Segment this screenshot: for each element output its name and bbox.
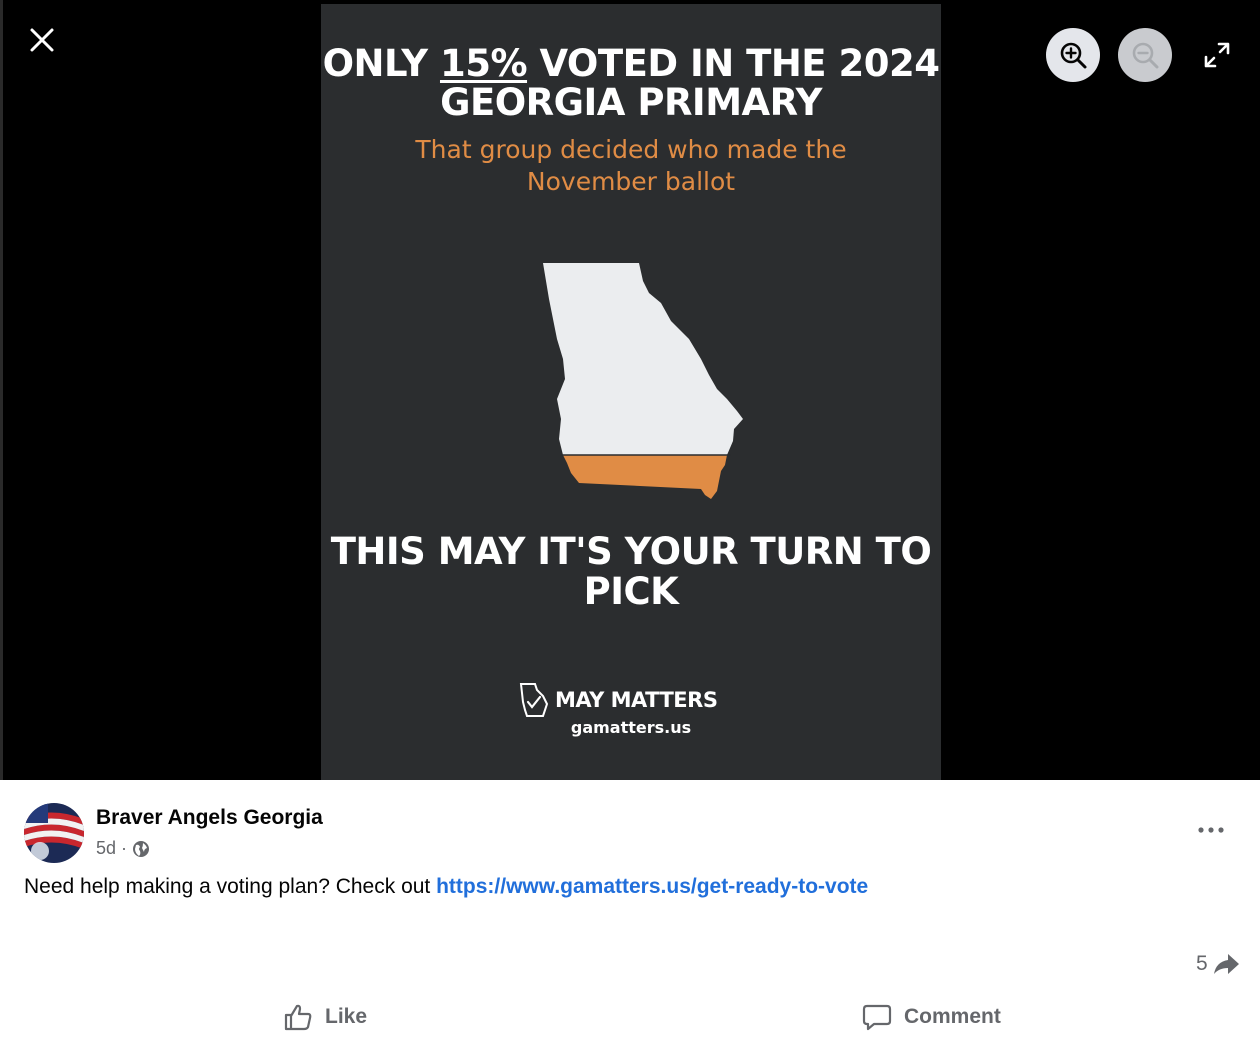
photo-viewer: ONLY 15% VOTED IN THE 2024 GEORGIA PRIMA… <box>0 0 1260 780</box>
georgia-map-icon <box>543 263 743 499</box>
avatar[interactable] <box>24 803 84 863</box>
poster-headline: ONLY 15% VOTED IN THE 2024 GEORGIA PRIMA… <box>321 44 941 122</box>
post-timestamp[interactable]: 5d <box>96 838 116 859</box>
share-count-value: 5 <box>1196 952 1208 975</box>
fullscreen-button[interactable] <box>1200 38 1234 72</box>
headline-prefix: ONLY <box>322 42 429 85</box>
thumbs-up-icon <box>284 1004 312 1031</box>
poster-subhead: That group decided who made the November… <box>415 135 847 196</box>
flag-avatar-image <box>24 803 84 863</box>
post-body: Need help making a voting plan? Check ou… <box>24 875 868 899</box>
close-icon <box>30 28 54 52</box>
zoom-out-icon <box>1132 42 1159 69</box>
zoom-in-button[interactable] <box>1046 28 1100 82</box>
comment-bubble-icon <box>862 1004 892 1031</box>
share-arrow-icon <box>1213 954 1239 974</box>
post-image: ONLY 15% VOTED IN THE 2024 GEORGIA PRIMA… <box>321 4 941 780</box>
zoom-in-icon <box>1060 42 1087 69</box>
viewer-edge <box>0 0 3 780</box>
headline-percentage: 15% <box>439 42 528 85</box>
post-meta: 5d · <box>96 838 150 859</box>
more-options-button[interactable] <box>1192 818 1230 842</box>
globe-icon <box>133 840 150 857</box>
brand-name: MAY MATTERS <box>555 688 718 712</box>
brand-logo: MAY MATTERS <box>517 682 757 718</box>
post-text: Need help making a voting plan? Check ou… <box>24 875 437 898</box>
author-name[interactable]: Braver Angels Georgia <box>96 806 323 830</box>
like-button[interactable]: Like <box>283 996 367 1038</box>
meta-separator: · <box>121 838 128 858</box>
expand-icon <box>1204 42 1230 68</box>
poster-url: gamatters.us <box>570 718 692 737</box>
post-link[interactable]: https://www.gamatters.us/get-ready-to-vo… <box>436 875 868 898</box>
zoom-out-button[interactable] <box>1118 28 1172 82</box>
like-label: Like <box>325 1005 368 1028</box>
close-button[interactable] <box>26 24 58 56</box>
share-count[interactable]: 5 <box>1196 952 1240 976</box>
comment-label: Comment <box>904 1005 1001 1028</box>
comment-button[interactable]: Comment <box>862 996 1001 1038</box>
more-dots-icon <box>1198 827 1224 833</box>
poster-call-to-action: THIS MAY IT'S YOUR TURN TO PICK <box>330 530 932 613</box>
state-check-icon <box>519 683 549 717</box>
